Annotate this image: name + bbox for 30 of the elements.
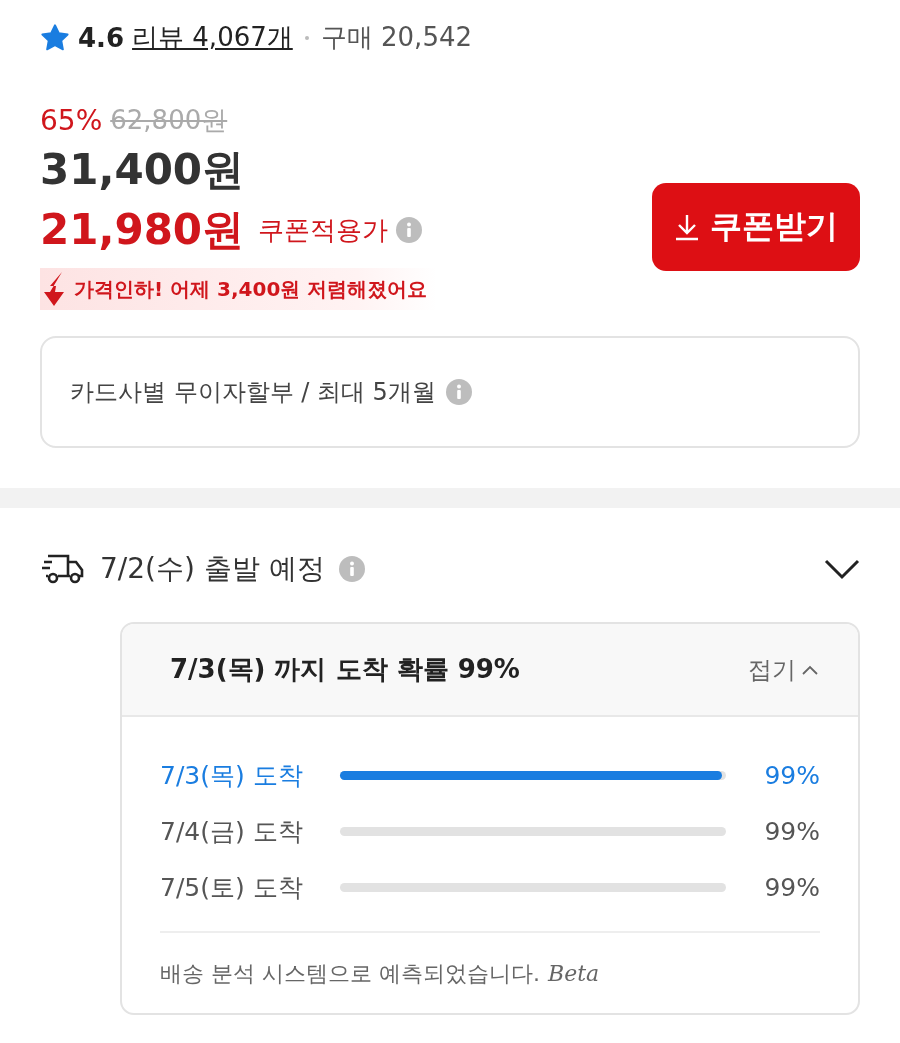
purchase-count: 구매 20,542	[320, 21, 472, 54]
probability-value: 99%	[763, 872, 820, 902]
original-price: 62,800원	[110, 104, 228, 137]
sale-price: 31,400원	[40, 144, 246, 196]
arrival-date: 7/5(토) 도착	[160, 871, 304, 904]
price-drop-text: 가격인하! 어제 3,400원 저렴해졌어요	[74, 275, 428, 303]
probability-value: 99%	[763, 760, 820, 790]
truck-icon	[40, 552, 86, 586]
star-icon	[40, 23, 70, 52]
rating-score: 4.6	[78, 22, 125, 53]
probability-value: 99%	[763, 816, 820, 846]
beta-label: Beta	[548, 961, 600, 986]
discount-rate: 65%	[40, 104, 103, 137]
reviews-link[interactable]: 리뷰 4,067개	[132, 20, 293, 55]
info-icon[interactable]	[396, 217, 423, 243]
departure-date: 7/2(수) 출발 예정	[100, 551, 325, 587]
arrival-date: 7/4(금) 도착	[160, 815, 304, 848]
info-icon[interactable]	[445, 379, 472, 405]
prediction-note: 배송 분석 시스템으로 예측되었습니다.	[160, 960, 540, 988]
caret-icon	[802, 664, 818, 675]
arrival-title: 7/3(목) 까지 도착 확률 99%	[170, 653, 520, 686]
download-icon	[674, 212, 700, 241]
chevron-icon[interactable]	[824, 558, 860, 580]
info-icon[interactable]	[338, 556, 365, 582]
coupon-download-button[interactable]: 쿠폰받기	[652, 182, 860, 271]
collapse-button[interactable]: 접기	[748, 653, 818, 686]
coupon-price-label: 쿠폰적용가	[258, 213, 389, 247]
installment-text: 카드사별 무이자할부 / 최대 5개월	[70, 377, 436, 408]
coupon-price: 21,980원	[40, 204, 245, 256]
arrival-date: 7/3(목) 도착	[160, 759, 304, 792]
